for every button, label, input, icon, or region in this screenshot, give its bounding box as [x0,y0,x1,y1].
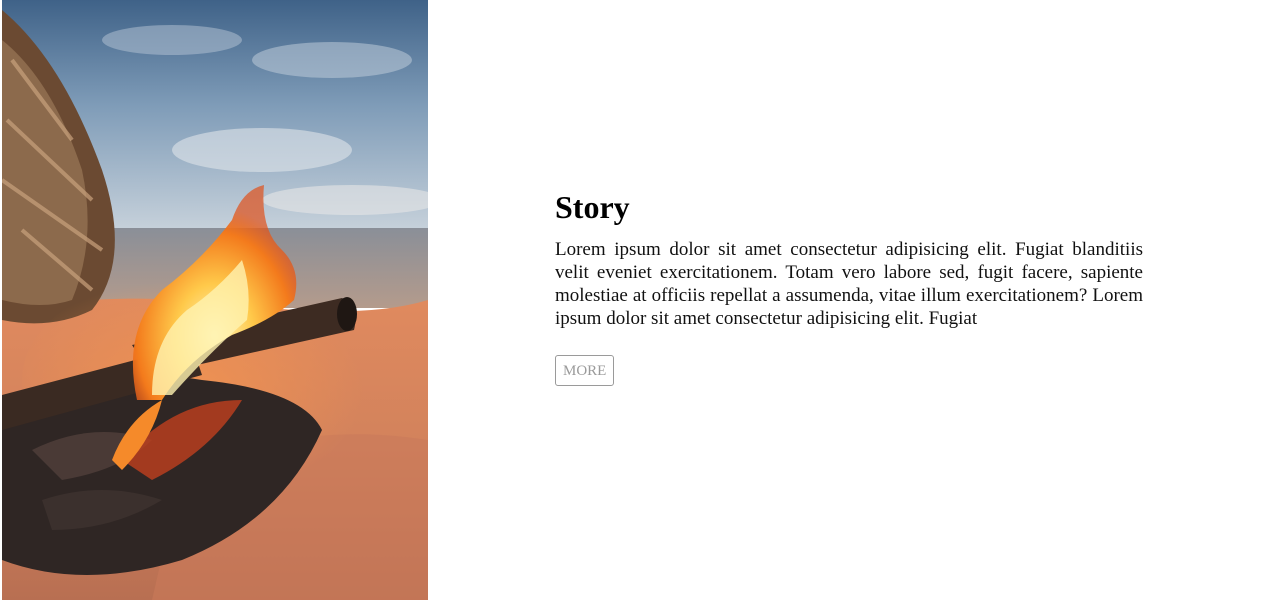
campfire-photo [2,0,428,600]
story-title: Story [555,189,630,225]
story-body: Lorem ipsum dolor sit amet consectetur a… [555,239,1143,329]
story-section: Story Lorem ipsum dolor sit amet consect… [555,186,1143,386]
more-button[interactable]: MORE [555,355,615,386]
campfire-illustration [2,0,428,600]
